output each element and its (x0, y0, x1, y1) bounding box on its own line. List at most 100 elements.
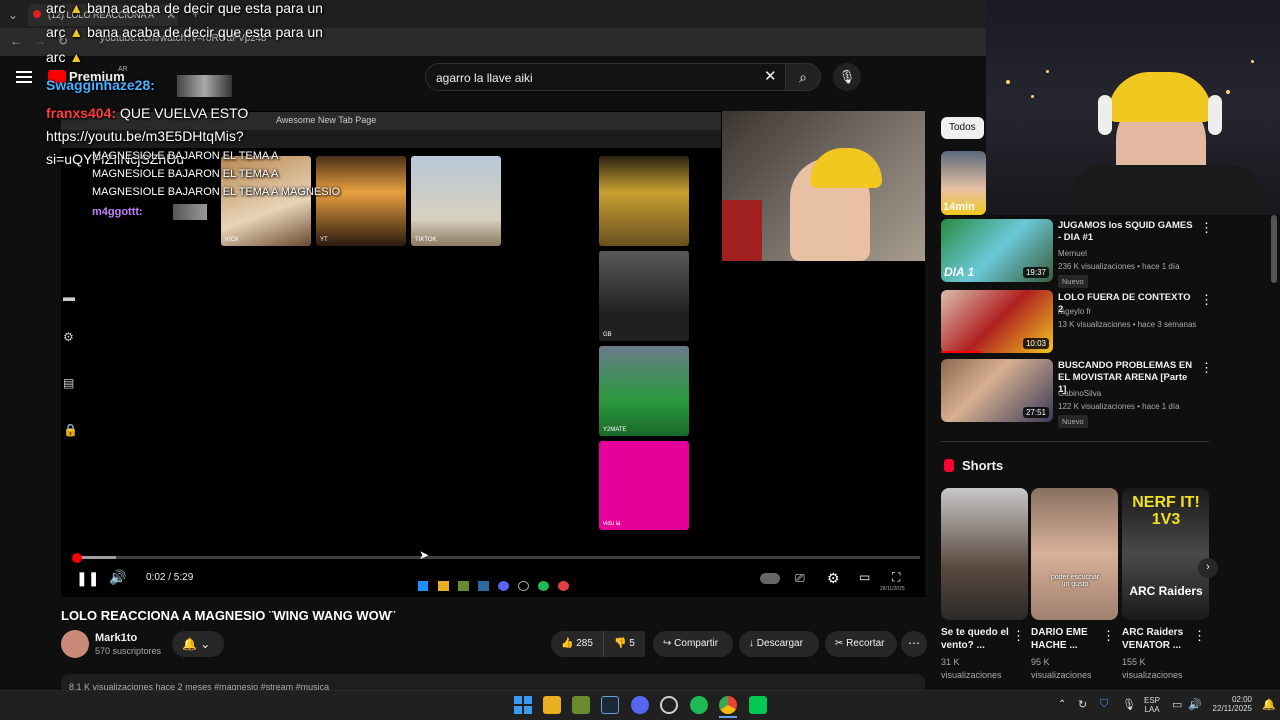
tray-sync-icon[interactable]: ↻ (1078, 698, 1087, 711)
search-input[interactable]: agarro la llave aiki (425, 63, 787, 91)
hamburger-menu-icon[interactable] (16, 68, 32, 86)
short-title[interactable]: DARIO EME HACHE ... (1031, 626, 1106, 652)
progress-scrubber[interactable] (72, 553, 82, 563)
clock-date: 22/11/2025 (1212, 704, 1252, 713)
dislike-button[interactable]: 👎 5 (603, 631, 645, 657)
rec-meta: 13 K visualizaciones • hace 3 semanas (1058, 320, 1197, 329)
voice-search-button[interactable]: 🎙 (833, 63, 861, 91)
channel-avatar[interactable] (61, 630, 89, 658)
subtitles-icon: ⎚ (795, 571, 805, 585)
user-badge-icon: ▲ (69, 49, 84, 65)
spotify-icon[interactable] (690, 696, 708, 714)
clip-label: Recortar (846, 638, 885, 649)
fullscreen-icon: ⛶ (892, 570, 901, 584)
clock[interactable]: 02:00 22/11/2025 (1210, 695, 1252, 713)
inner-chat-message: MAGNESIOLE BAJARON EL TEMA A (92, 168, 279, 180)
short-more-icon[interactable]: ⋮ (1102, 628, 1115, 644)
discord-icon[interactable] (631, 696, 649, 714)
channel-name[interactable]: Mark1to (95, 632, 137, 644)
settings-button[interactable]: ⚙ (827, 570, 840, 587)
rec-more-icon[interactable]: ⋮ (1200, 220, 1213, 236)
rec-channel[interactable]: rageylo fr (1058, 307, 1091, 316)
clear-search-icon[interactable]: ✕ (764, 67, 777, 85)
share-button[interactable]: ↪ Compartir (653, 631, 733, 657)
rec-title[interactable]: JUGAMOS los SQUID GAMES - DIA #1 (1058, 220, 1193, 244)
forward-icon[interactable]: → (34, 34, 46, 48)
chat-line: arc ▲ bana acaba de decir que esta para … (46, 0, 323, 16)
short-thumbnail[interactable]: NERF IT! 1V3 ARC Raiders (1122, 488, 1209, 620)
rec-more-icon[interactable]: ⋮ (1200, 360, 1213, 376)
tab-list-icon[interactable]: ⌄ (8, 8, 18, 22)
share-icon: ↪ (663, 638, 672, 649)
lang-code: ESP (1144, 696, 1161, 705)
rec-more-icon[interactable]: ⋮ (1200, 292, 1213, 308)
fullscreen-button[interactable]: ⛶ (892, 570, 900, 585)
short-views: 155 K visualizaciones (1122, 656, 1183, 682)
chevron-right-icon: › (1206, 561, 1210, 573)
inner-settings-icon: ⚙ (63, 330, 74, 344)
short-title[interactable]: Se te quedo el vento? ... (941, 626, 1016, 652)
rec-channel[interactable]: GabinoSilva (1058, 389, 1101, 398)
search-button[interactable]: ⌕ (785, 63, 821, 91)
chip-todos[interactable]: Todos (941, 117, 984, 139)
chrome-icon[interactable] (719, 696, 737, 714)
rec-channel[interactable]: Mernuel (1058, 249, 1087, 258)
chat-message: QUE VUELVA ESTO (119, 105, 249, 121)
short-views: 31 K visualizaciones (941, 656, 1002, 682)
rec-thumb-partial[interactable]: 14min (941, 151, 986, 215)
speaker-icon[interactable]: 🔊 (1188, 698, 1202, 711)
watched-progress (941, 351, 981, 353)
lang-layout: LAA (1144, 705, 1160, 714)
tile-label: KICK (225, 237, 240, 243)
rec-thumbnail[interactable]: 10:03 (941, 290, 1053, 353)
thumb-overlay-text: DIA 1 (944, 265, 975, 279)
chat-message: https://youtu.be/m3E5DHtqMis? (46, 128, 244, 144)
shorts-icon (944, 459, 954, 472)
short-title[interactable]: ARC Raiders VENATOR ... (1122, 626, 1197, 652)
rec-thumbnail[interactable]: DIA 1 19:37 (941, 219, 1053, 282)
pause-button[interactable]: ❚❚ (76, 570, 99, 587)
kick-icon[interactable] (749, 696, 767, 714)
progress-track[interactable] (74, 556, 920, 559)
inner-chat-message: MAGNESIOLE BAJARON EL TEMA A (92, 150, 279, 162)
short-more-icon[interactable]: ⋮ (1012, 628, 1025, 644)
share-label: Compartir (674, 638, 719, 649)
short-more-icon[interactable]: ⋮ (1193, 628, 1206, 644)
minecraft-icon[interactable] (572, 696, 590, 714)
download-button[interactable]: ↓ Descargar (739, 631, 819, 657)
language-indicator[interactable]: ESP LAA (1144, 696, 1160, 714)
tile-label: GB (603, 332, 612, 338)
page-scrollbar[interactable] (1271, 215, 1277, 283)
subscriber-count: 570 suscriptores (95, 646, 162, 656)
clip-button[interactable]: ✂ Recortar (825, 631, 897, 657)
steam-icon[interactable] (601, 696, 619, 714)
more-icon: ⋯ (908, 636, 920, 650)
back-icon[interactable]: ← (10, 34, 22, 48)
network-icon[interactable]: ▭ (1172, 698, 1182, 711)
subtitles-button[interactable]: ⎚ (795, 571, 805, 586)
volume-button[interactable]: 🔊 (109, 569, 126, 586)
short-thumbnail[interactable] (941, 488, 1028, 620)
thumbs-down-icon: 👎 (614, 638, 627, 649)
autoplay-toggle[interactable] (760, 573, 780, 584)
tile-tiktok: TIKTOK (411, 156, 501, 246)
tray-chevron-icon[interactable]: ⌃ (1058, 699, 1066, 710)
rec-thumbnail[interactable]: 27:51 (941, 359, 1053, 422)
rec-duration: 10:03 (1022, 338, 1049, 349)
file-explorer-icon[interactable] (543, 696, 561, 714)
subscribed-bell-button[interactable]: 🔔 ⌄ (172, 631, 224, 657)
tile-eiffel (599, 156, 689, 246)
shorts-next-button[interactable]: › (1198, 558, 1218, 578)
views-count: 31 K (941, 657, 960, 667)
short-thumbnail[interactable]: poder escuchar un gusto (1031, 488, 1118, 620)
download-icon: ↓ (749, 638, 754, 649)
miniplayer-button[interactable]: ▭ (859, 570, 870, 584)
tray-defender-icon[interactable]: ⛉ (1100, 698, 1108, 711)
app-icon[interactable] (660, 696, 678, 714)
start-button[interactable] (514, 696, 532, 714)
notification-icon[interactable]: 🔔 (1262, 698, 1276, 711)
tray-mic-icon[interactable]: 🎙 (1122, 698, 1136, 711)
more-actions-button[interactable]: ⋯ (901, 631, 927, 657)
chat-user: arc (46, 49, 66, 65)
chat-message: bana acaba de decir que esta para un (87, 0, 323, 16)
